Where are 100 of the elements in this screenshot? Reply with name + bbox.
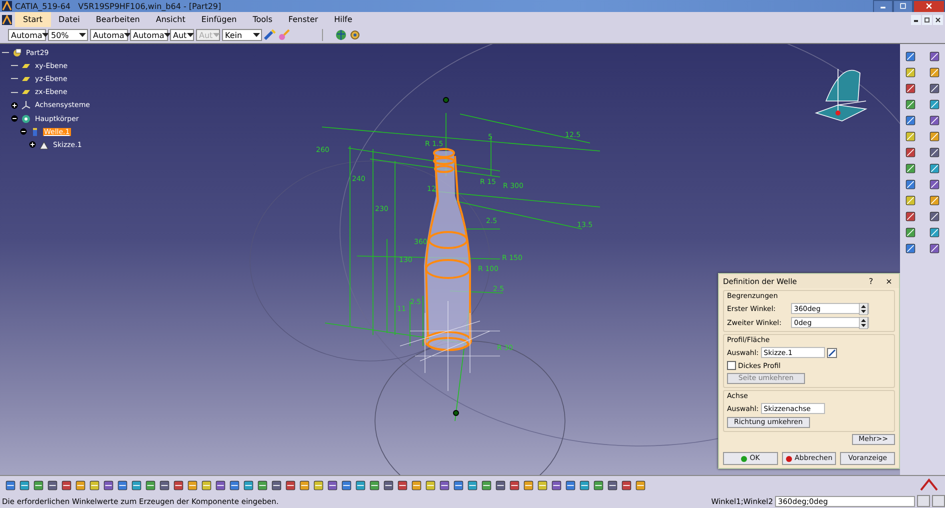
tool-icon[interactable] (904, 82, 917, 95)
tool-icon[interactable] (904, 178, 917, 191)
tool-icon[interactable] (186, 478, 199, 492)
tool-icon[interactable] (312, 478, 325, 492)
tool-icon[interactable] (354, 478, 367, 492)
tool-icon[interactable] (298, 478, 311, 492)
tool-icon[interactable] (634, 478, 647, 492)
tool-icon[interactable] (928, 178, 941, 191)
close-button[interactable] (913, 0, 945, 12)
globe-icon[interactable] (335, 29, 347, 41)
tool-icon[interactable] (928, 210, 941, 223)
tool-icon[interactable] (74, 478, 87, 492)
expand-toggle[interactable] (20, 128, 29, 136)
tool-icon[interactable] (904, 146, 917, 159)
edit-icon[interactable] (826, 348, 837, 358)
tool-icon[interactable] (214, 478, 227, 492)
expand-toggle[interactable] (11, 102, 20, 109)
tool-icon[interactable] (928, 242, 941, 255)
tool-icon[interactable] (928, 98, 941, 111)
tool-icon[interactable] (438, 478, 451, 492)
tool-icon[interactable] (102, 478, 115, 492)
tool-icon[interactable] (904, 210, 917, 223)
menu-item[interactable]: Ansicht (148, 12, 194, 27)
tool-icon[interactable] (550, 478, 563, 492)
tool-icon[interactable] (904, 114, 917, 127)
dropdown[interactable]: Automa (8, 29, 46, 41)
tool-icon[interactable] (116, 478, 129, 492)
tool-icon[interactable] (928, 82, 941, 95)
menu-item[interactable]: Start (15, 12, 51, 27)
menu-item[interactable]: Fenster (280, 12, 326, 27)
tool-icon[interactable] (536, 478, 549, 492)
tool-icon[interactable] (88, 478, 101, 492)
maximize-button[interactable] (893, 0, 913, 12)
expand-toggle[interactable] (29, 141, 38, 148)
tool-icon[interactable] (382, 478, 395, 492)
tool-icon[interactable] (904, 226, 917, 239)
dropdown[interactable]: Kein (222, 29, 262, 41)
tool-icon[interactable] (18, 478, 31, 492)
tool-icon[interactable] (606, 478, 619, 492)
spinner-arrows-icon[interactable] (859, 316, 868, 328)
dropdown[interactable]: Aut (170, 29, 194, 41)
tool-icon[interactable] (494, 478, 507, 492)
tool-icon[interactable] (620, 478, 633, 492)
tool-icon[interactable] (46, 478, 59, 492)
tool-icon[interactable] (410, 478, 423, 492)
tool-icon[interactable] (592, 478, 605, 492)
tool-icon[interactable] (368, 478, 381, 492)
dropdown[interactable]: Automa (130, 29, 168, 41)
minimize-button[interactable] (911, 14, 921, 24)
menu-item[interactable]: Einfügen (193, 12, 245, 27)
tool-icon[interactable] (904, 50, 917, 63)
tool-icon[interactable] (928, 114, 941, 127)
tool-icon[interactable] (928, 50, 941, 63)
tool-icon[interactable] (396, 478, 409, 492)
tool-icon[interactable] (928, 162, 941, 175)
menu-item[interactable]: Bearbeiten (88, 12, 148, 27)
tool-icon[interactable] (130, 478, 143, 492)
close-button[interactable] (933, 14, 943, 24)
tool-icon[interactable] (928, 66, 941, 79)
tool-icon[interactable] (242, 478, 255, 492)
tool-icon[interactable] (928, 194, 941, 207)
dropdown[interactable]: 50% (48, 29, 88, 41)
tool-icon[interactable] (326, 478, 339, 492)
menu-item[interactable]: Tools (244, 12, 280, 27)
toolbar-button[interactable] (917, 495, 930, 507)
tool-icon[interactable] (578, 478, 591, 492)
tool-icon[interactable] (904, 194, 917, 207)
toolbar-button[interactable] (932, 495, 945, 507)
tool-icon[interactable] (340, 478, 353, 492)
menu-item[interactable]: Hilfe (326, 12, 360, 27)
close-button[interactable]: × (883, 276, 895, 286)
expand-toggle[interactable] (11, 115, 20, 122)
tool-icon[interactable] (270, 478, 283, 492)
tool-icon[interactable] (172, 478, 185, 492)
tool-icon[interactable] (144, 478, 157, 492)
menu-item[interactable]: Datei (50, 12, 88, 27)
tool-icon[interactable] (928, 130, 941, 143)
tool-icon[interactable] (424, 478, 437, 492)
tool-icon[interactable] (904, 130, 917, 143)
tool-icon[interactable] (158, 478, 171, 492)
minimize-button[interactable] (873, 0, 893, 12)
brush-icon[interactable] (264, 29, 276, 41)
restore-button[interactable] (922, 14, 932, 24)
tool-icon[interactable] (904, 242, 917, 255)
tool-icon[interactable] (508, 478, 521, 492)
tool-icon[interactable] (452, 478, 465, 492)
tool-icon[interactable] (904, 66, 917, 79)
tool-icon[interactable] (256, 478, 269, 492)
tool-icon[interactable] (928, 226, 941, 239)
tool-icon[interactable] (466, 478, 479, 492)
tool-icon[interactable] (904, 98, 917, 111)
tool-icon[interactable] (904, 162, 917, 175)
tool-icon[interactable] (200, 478, 213, 492)
checkbox[interactable] (727, 361, 736, 370)
tool-icon[interactable] (4, 478, 17, 492)
dropdown[interactable]: Automa (90, 29, 128, 41)
tool-icon[interactable] (284, 478, 297, 492)
spinner-arrows-icon[interactable] (859, 302, 868, 314)
tool-icon[interactable] (928, 146, 941, 159)
help-button[interactable]: ? (865, 276, 877, 286)
